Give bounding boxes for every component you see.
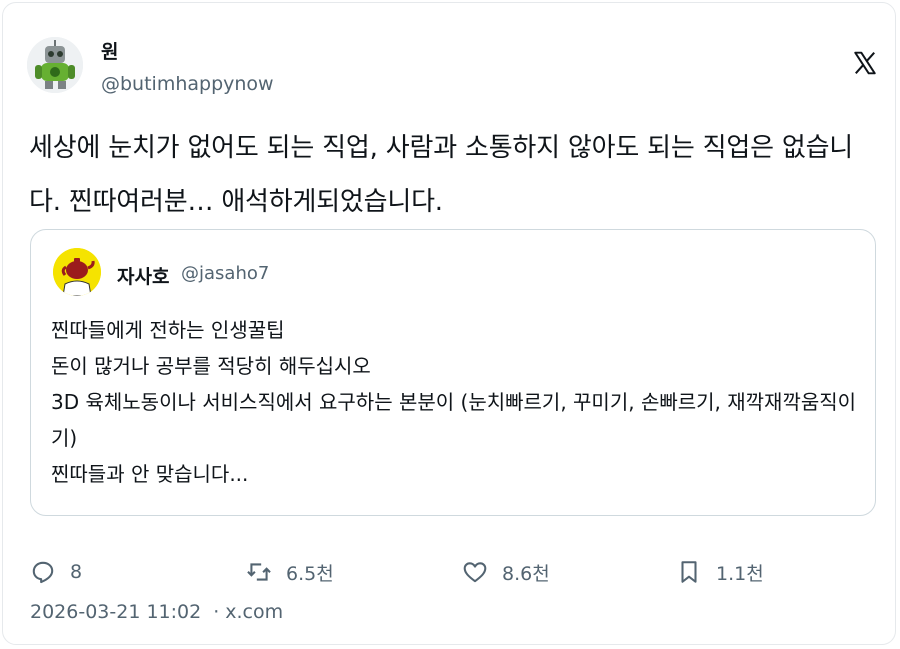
x-logo-icon[interactable] <box>852 50 878 76</box>
author-handle[interactable]: @butimhappynow <box>101 73 274 95</box>
timestamp[interactable]: 2026-03-21 11:02 <box>30 601 201 623</box>
quote-author-handle[interactable]: @jasaho7 <box>181 263 269 284</box>
heart-icon <box>463 562 487 583</box>
author-avatar[interactable] <box>27 37 83 93</box>
action-bar: 8 6.5천 8.6천 1.1천 <box>30 555 830 589</box>
quote-line: 찐따들에게 전하는 인생꿀팁 <box>51 318 285 342</box>
bookmark-count: 1.1천 <box>716 562 764 585</box>
quote-text: 찐따들에게 전하는 인생꿀팁 돈이 많거나 공부를 적당히 해두십시오 3D 육… <box>51 312 861 492</box>
robot-avatar-icon <box>27 37 83 93</box>
retweet-icon <box>247 563 271 581</box>
bookmark-button[interactable]: 1.1천 <box>676 555 764 589</box>
reply-count: 8 <box>70 561 83 583</box>
bookmark-icon <box>681 561 697 583</box>
quote-line: 돈이 많거나 공부를 적당히 해두십시오 <box>51 354 371 378</box>
quoted-tweet[interactable]: 자사호 @jasaho7 찐따들에게 전하는 인생꿀팁 돈이 많거나 공부를 적… <box>30 229 876 516</box>
like-button[interactable]: 8.6천 <box>462 555 550 589</box>
source-link[interactable]: x.com <box>225 601 283 623</box>
quote-author-avatar[interactable] <box>53 248 101 296</box>
tweet-card: 원 @butimhappynow 세상에 눈치가 없어도 되는 직업, 사람과 … <box>2 2 896 645</box>
teapot-avatar-icon <box>53 248 101 296</box>
quote-author-name[interactable]: 자사호 <box>117 262 169 289</box>
quote-line: 3D 육체노동이나 서비스직에서 요구하는 본분이 (눈치빠르기, 꾸미기, 손… <box>51 390 857 450</box>
tweet-meta: 2026-03-21 11:02 · x.com <box>30 601 283 623</box>
retweet-count: 6.5천 <box>286 562 334 585</box>
author-display-name[interactable]: 원 <box>101 37 118 64</box>
tweet-text: 세상에 눈치가 없어도 되는 직업, 사람과 소통하지 않아도 되는 직업은 없… <box>29 133 854 217</box>
retweet-button[interactable]: 6.5천 <box>246 555 334 589</box>
like-count: 8.6천 <box>502 562 550 585</box>
quote-line: 찐따들과 안 맞습니다... <box>51 462 249 486</box>
meta-separator: · <box>213 601 220 623</box>
reply-button[interactable]: 8 <box>30 555 82 589</box>
reply-icon <box>32 561 54 584</box>
